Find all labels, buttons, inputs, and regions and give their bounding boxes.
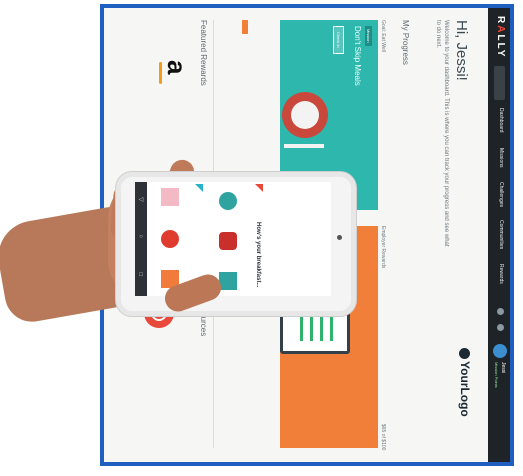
tile-activity[interactable]	[219, 232, 237, 250]
phone-camera	[337, 235, 342, 240]
top-navbar: RALLY Dashboard Missions Challenges Comm…	[488, 8, 510, 462]
smartphone: ◁ ○ □ How's your breakfast...	[116, 172, 356, 316]
tile-corner-marker	[255, 184, 263, 192]
nav-missions[interactable]: Missions	[498, 148, 504, 167]
app-logo[interactable]: RALLY	[495, 16, 506, 58]
amazon-logo[interactable]: a	[152, 60, 192, 100]
partner-logo: YourLogo	[458, 348, 472, 417]
employer-rewards-label: Employer Rewards	[380, 226, 386, 269]
my-progress-heading: My Progress	[401, 20, 410, 65]
user-name: Jessi	[500, 362, 506, 374]
avatar[interactable]	[493, 344, 507, 358]
search-input[interactable]	[494, 66, 505, 100]
tile-nutrition[interactable]	[161, 230, 179, 248]
phone-screen-title: How's your breakfast...	[255, 222, 261, 288]
nav-challenges[interactable]: Challenges	[498, 182, 504, 207]
mission-tag: Mission	[365, 26, 372, 46]
phone-nav-bar: ◁ ○ □	[135, 182, 147, 296]
fork-icon	[284, 144, 324, 148]
home-icon[interactable]: ○	[138, 234, 144, 240]
notification-icon[interactable]	[497, 308, 504, 315]
user-points-label: Mission Points	[494, 362, 499, 388]
phone-app-header	[311, 182, 331, 296]
page-title: Hi, Jessi!	[453, 20, 470, 81]
reward-amount: $65 of $100	[380, 424, 386, 451]
recents-icon[interactable]: □	[138, 272, 144, 278]
mission-title: Don't Skip Meals	[353, 26, 362, 86]
tile-stress[interactable]	[219, 192, 237, 210]
plate-icon	[282, 92, 328, 138]
goal-label: Goal: Eat Well	[380, 20, 386, 52]
back-icon[interactable]: ◁	[138, 196, 144, 203]
settings-icon[interactable]	[497, 324, 504, 331]
featured-rewards-heading: Featured Rewards	[199, 20, 208, 86]
tile-hydration[interactable]	[219, 272, 237, 290]
tile-fitness[interactable]	[161, 188, 179, 206]
partner-logo-icon	[459, 348, 470, 359]
check-in-button[interactable]: Check In	[333, 26, 344, 54]
nav-rewards[interactable]: Rewards	[498, 264, 504, 284]
nav-communities[interactable]: Communities	[498, 220, 504, 249]
phone-screen: ◁ ○ □ How's your breakfast...	[135, 182, 331, 296]
featured-tag	[242, 20, 248, 34]
welcome-text: Welcome to your dashboard. This is where…	[435, 20, 449, 247]
nav-dashboard[interactable]: Dashboard	[498, 108, 504, 132]
amazon-smile-icon	[159, 62, 162, 84]
tile-corner-marker	[195, 184, 203, 192]
